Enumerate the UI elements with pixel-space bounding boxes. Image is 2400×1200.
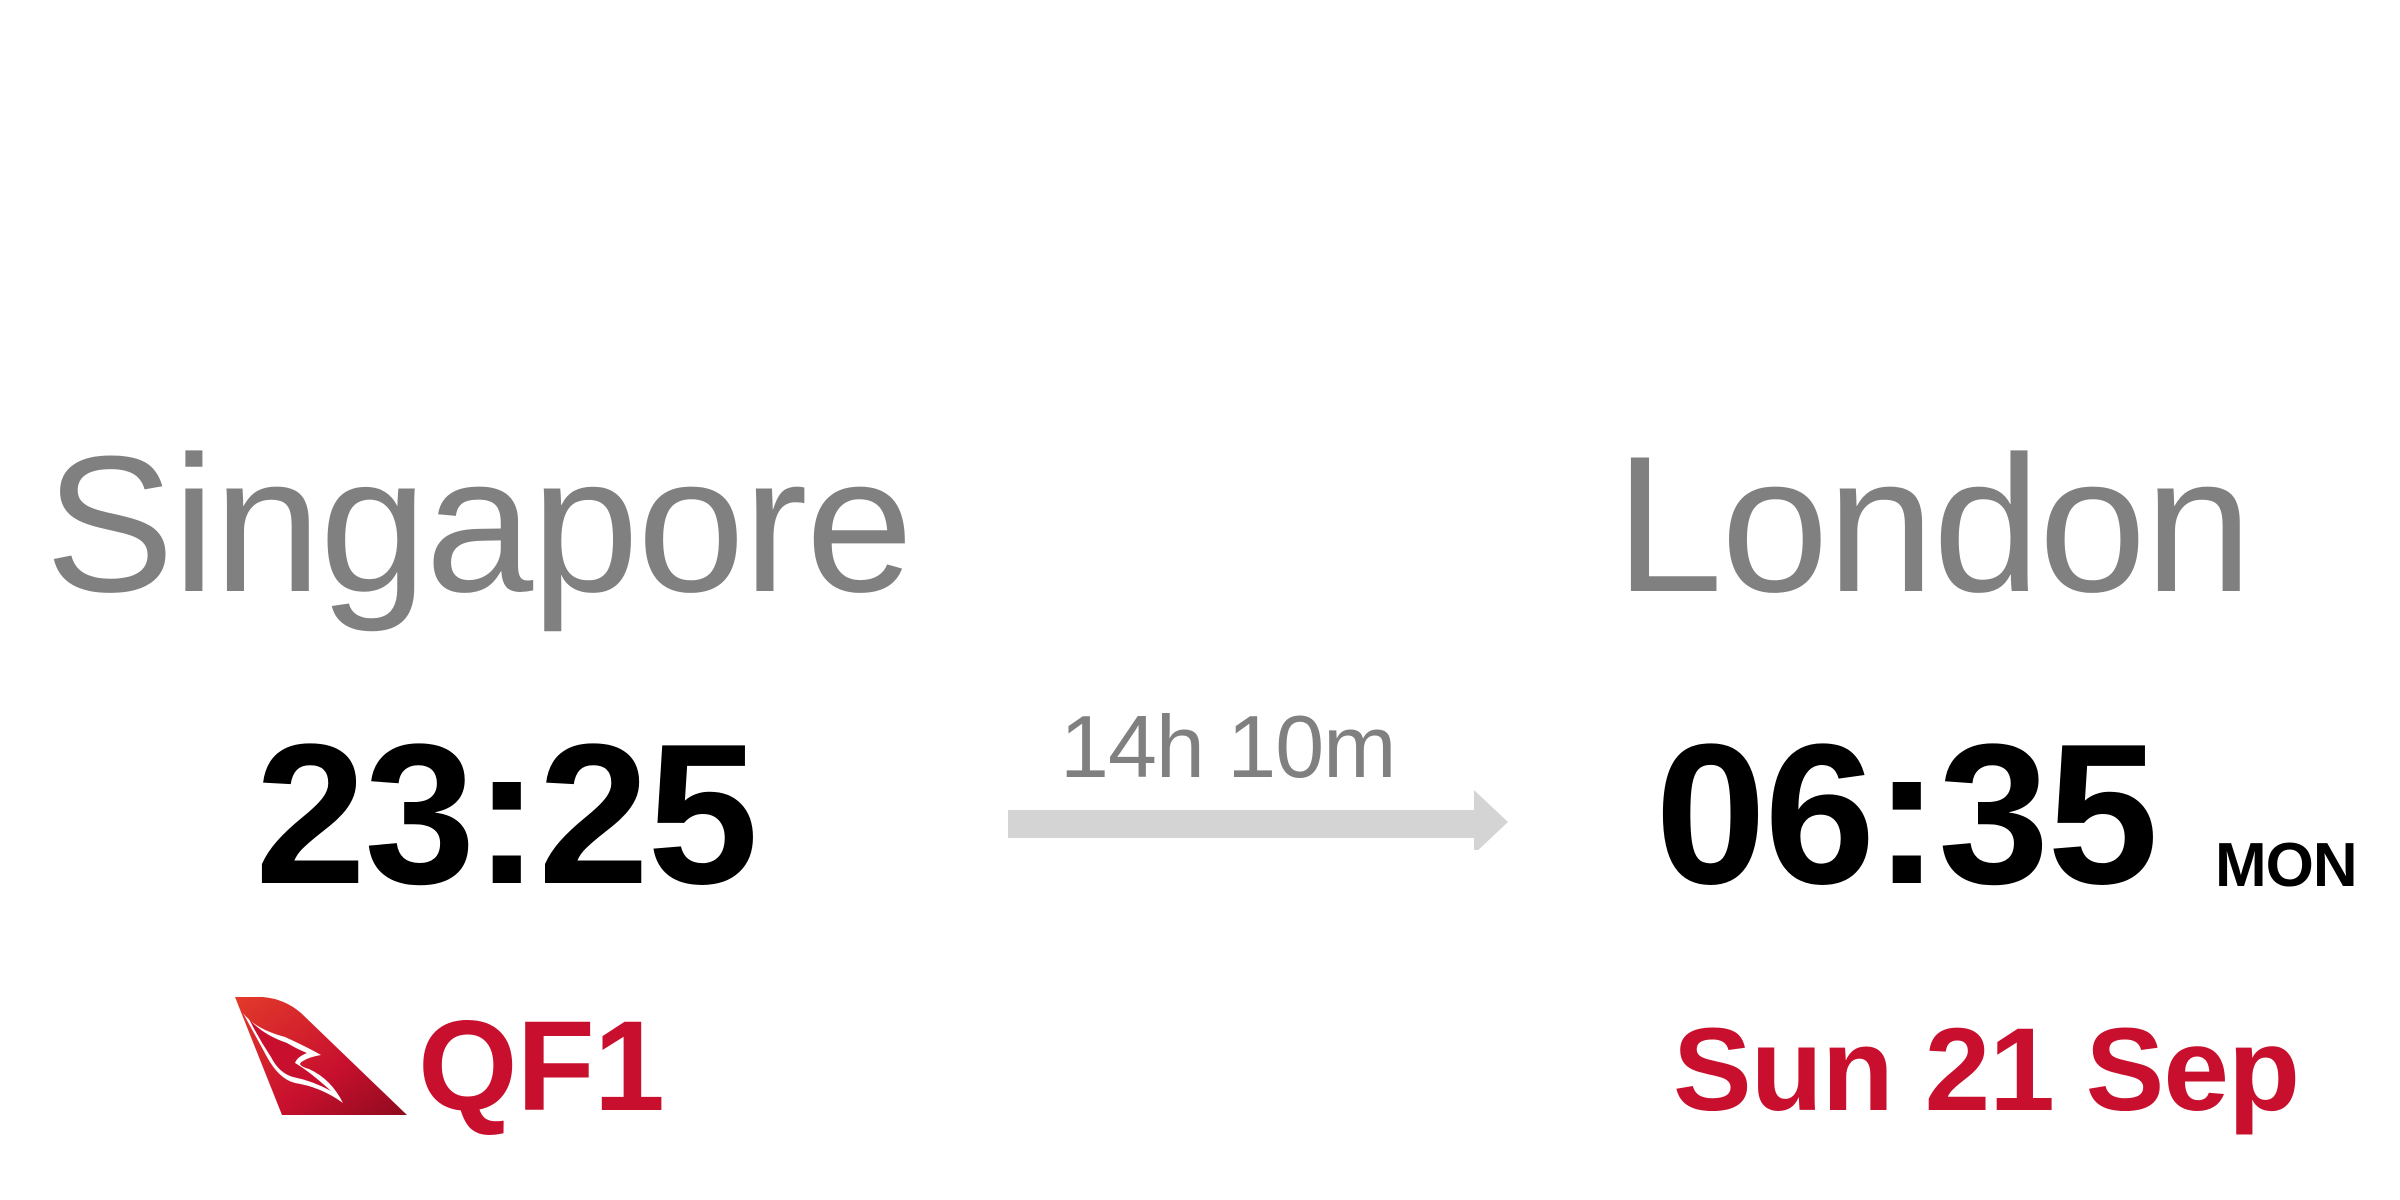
- flight-number: QF1: [418, 995, 665, 1138]
- qantas-kangaroo-icon: [235, 997, 407, 1115]
- arrival-day-marker: MON: [2215, 831, 2358, 900]
- destination-city: London: [1615, 416, 2252, 633]
- arrival-date: Sun 21 Sep: [1673, 1004, 2300, 1136]
- right-arrow-icon: [1008, 790, 1508, 850]
- origin-city: Singapore: [45, 416, 913, 633]
- flight-duration: 14h 10m: [1060, 697, 1396, 796]
- departure-time: 23:25: [255, 703, 759, 926]
- arrival-time: 06:35: [1655, 703, 2159, 926]
